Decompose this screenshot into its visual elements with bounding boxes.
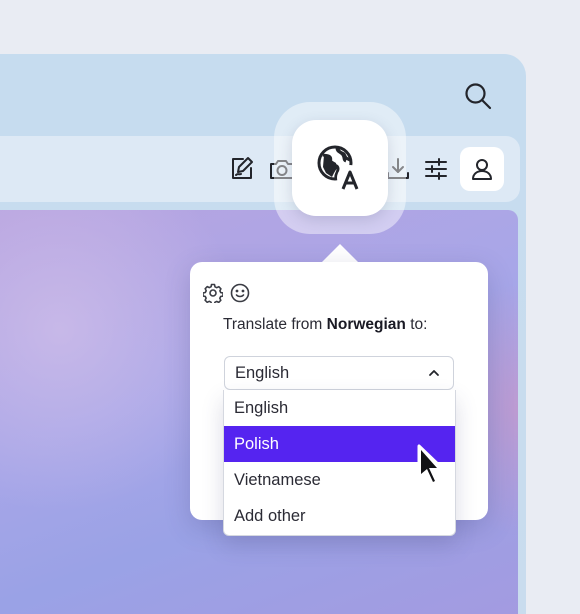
option-english[interactable]: English	[224, 390, 455, 426]
translate-prompt: Translate from Norwegian to:	[223, 316, 428, 333]
account-button[interactable]	[460, 147, 504, 191]
search-button[interactable]	[456, 76, 500, 116]
smiley-icon	[230, 283, 250, 303]
chevron-up-icon	[429, 370, 439, 376]
settings-sliders-button[interactable]	[416, 149, 456, 189]
search-icon	[465, 83, 492, 110]
globe-translate-icon	[317, 145, 363, 191]
translate-button[interactable]	[292, 120, 388, 216]
sign-document-icon	[232, 157, 253, 179]
popover-arrow	[322, 244, 358, 262]
sliders-icon	[425, 158, 447, 180]
option-add-other[interactable]: Add other	[224, 498, 455, 534]
gear-icon	[203, 283, 223, 303]
settings-button[interactable]	[202, 282, 224, 304]
emoji-button[interactable]	[229, 282, 251, 304]
select-value: English	[235, 363, 290, 382]
toolbar	[0, 136, 520, 202]
target-language-select[interactable]: English	[224, 356, 454, 390]
source-language: Norwegian	[326, 316, 406, 333]
account-icon	[472, 159, 492, 180]
sign-document-button[interactable]	[222, 149, 262, 189]
mouse-cursor-icon	[417, 444, 444, 487]
